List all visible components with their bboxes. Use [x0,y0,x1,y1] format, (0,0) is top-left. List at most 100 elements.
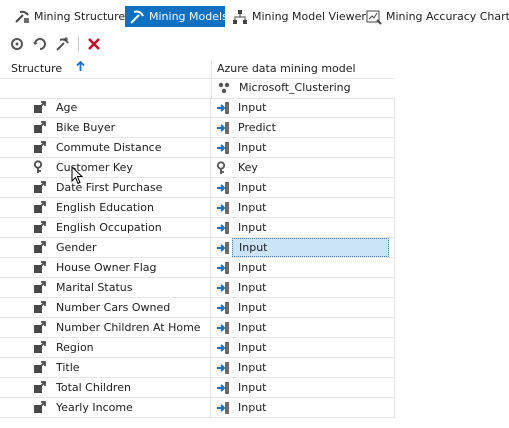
table-row[interactable]: House Owner Flag Input [0,258,395,278]
column-name: Yearly Income [56,401,133,414]
table-row[interactable]: Bike Buyer Predict [0,118,395,138]
usage-cell[interactable]: Input [212,278,395,298]
table-row[interactable]: Title Input [0,358,395,378]
structure-cell[interactable]: Region [0,338,211,358]
mining-model-viewer-icon [232,9,248,25]
usage-cell[interactable]: Input [212,258,395,278]
structure-rows: Age Input Bike Buyer Predict Commute Distanc… [0,98,395,418]
table-row[interactable]: Age Input [0,98,395,118]
usage-value[interactable]: Input [232,398,389,417]
toolbar [0,31,509,57]
column-name: House Owner Flag [56,261,157,274]
usage-value[interactable]: Input [232,138,389,157]
usage-value[interactable]: Input [232,178,389,197]
table-row[interactable]: Gender Input [0,238,395,258]
usage-value[interactable]: Input [232,298,389,317]
structure-cell[interactable]: Marital Status [0,278,211,298]
table-row[interactable]: Region Input [0,338,395,358]
structure-column-icon [33,300,47,314]
table-row[interactable]: Marital Status Input [0,278,395,298]
structure-cell[interactable]: Commute Distance [0,138,211,158]
usage-cell[interactable]: Input [212,318,395,338]
refresh-icon[interactable] [31,35,49,53]
tab-mining-accuracy-chart[interactable]: Mining Accuracy Chart [366,6,509,27]
model-column-header[interactable]: Azure data mining model [217,60,356,78]
usage-cell[interactable]: Input [212,98,395,118]
usage-cell[interactable]: Input [212,298,395,318]
usage-value[interactable]: Input [232,238,389,257]
usage-cell[interactable]: Predict [212,118,395,138]
structure-column-icon [33,240,47,254]
table-row[interactable]: Yearly Income Input [0,398,395,418]
structure-cell[interactable]: Gender [0,238,211,258]
key-icon [216,161,230,175]
structure-column-icon [33,100,47,114]
usage-value[interactable]: Input [232,258,389,277]
usage-cell[interactable]: Input [212,198,395,218]
usage-cell[interactable]: Input [212,398,395,418]
structure-cell[interactable]: Title [0,358,211,378]
usage-value[interactable]: Input [232,198,389,217]
usage-cell[interactable]: Input [212,218,395,238]
table-row[interactable]: Commute Distance Input [0,138,395,158]
usage-cell[interactable]: Input [212,238,395,258]
table-row[interactable]: Total Children Input [0,378,395,398]
table-row[interactable]: Number Cars Owned Input [0,298,395,318]
input-icon [216,221,230,235]
new-model-icon[interactable] [54,35,72,53]
usage-cell[interactable]: Input [212,138,395,158]
tab-mining-models[interactable]: Mining Models [125,6,228,27]
column-name: Bike Buyer [56,121,116,134]
toolbar-separator [78,36,79,52]
table-row[interactable]: English Education Input [0,198,395,218]
input-icon [216,261,230,275]
structure-cell[interactable]: English Occupation [0,218,211,238]
usage-cell[interactable]: Input [212,378,395,398]
column-name: Customer Key [56,161,133,174]
column-name: Gender [56,241,97,254]
predict-icon [216,121,230,135]
usage-value[interactable]: Input [232,338,389,357]
usage-cell[interactable]: Input [212,358,395,378]
table-row[interactable]: Customer Key Key [0,158,395,178]
designer-tab-bar: Mining Structure Mining Models Mining Mo… [0,0,509,31]
structure-column-header[interactable]: Structure [11,60,85,78]
structure-column-icon [33,320,47,334]
structure-cell[interactable]: Date First Purchase [0,178,211,198]
structure-column-icon [33,220,47,234]
structure-cell[interactable]: Bike Buyer [0,118,211,138]
structure-cell[interactable]: Age [0,98,211,118]
tab-mining-structure[interactable]: Mining Structure [14,6,125,27]
usage-value[interactable]: Input [232,358,389,377]
structure-cell[interactable]: Yearly Income [0,398,211,418]
column-name: Region [56,341,94,354]
usage-value[interactable]: Input [232,218,389,237]
table-row[interactable]: Number Children At Home Input [0,318,395,338]
column-name: Marital Status [56,281,133,294]
structure-cell[interactable]: English Education [0,198,211,218]
structure-column-icon [33,280,47,294]
structure-cell[interactable]: Number Cars Owned [0,298,211,318]
usage-value[interactable]: Input [232,378,389,397]
structure-cell[interactable]: Total Children [0,378,211,398]
usage-cell[interactable]: Input [212,178,395,198]
structure-column-icon [33,120,47,134]
structure-cell[interactable]: Customer Key [0,158,211,178]
table-row[interactable]: English Occupation Input [0,218,395,238]
usage-value[interactable]: Input [232,318,389,337]
process-icon[interactable] [8,35,26,53]
usage-cell[interactable]: Key [212,158,395,178]
algorithm-name: Microsoft_Clustering [239,81,351,94]
structure-cell[interactable]: House Owner Flag [0,258,211,278]
usage-value[interactable]: Key [232,158,389,177]
tab-mining-model-viewer[interactable]: Mining Model Viewer [232,6,366,27]
usage-value[interactable]: Input [232,278,389,297]
table-row[interactable]: Date First Purchase Input [0,178,395,198]
structure-cell[interactable]: Number Children At Home [0,318,211,338]
delete-icon[interactable] [85,35,103,53]
usage-value[interactable]: Input [232,98,389,117]
sort-ascending-icon[interactable] [76,60,85,78]
usage-cell[interactable]: Input [212,338,395,358]
usage-value[interactable]: Predict [232,118,389,137]
input-icon [216,341,230,355]
